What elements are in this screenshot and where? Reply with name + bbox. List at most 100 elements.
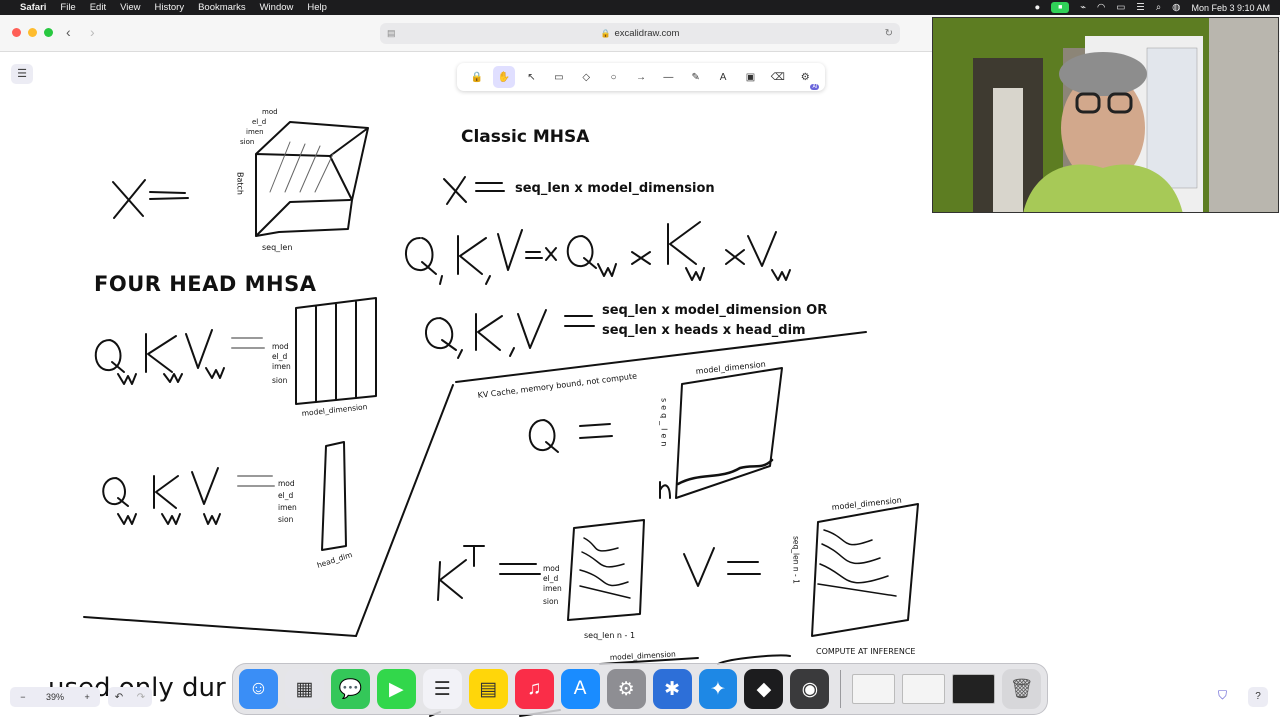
bluetooth-icon[interactable]: ⌁ (1080, 2, 1086, 13)
qkv-shape-line-1: seq_len x model_dimension OR (602, 303, 828, 318)
hand-icon[interactable]: ✋ (493, 66, 516, 88)
zoom-out-button[interactable]: − (20, 692, 25, 702)
image-icon[interactable]: ▣ (739, 66, 761, 88)
model-dim-stack-2-a: mod (278, 479, 295, 488)
back-button[interactable]: ‹ (66, 24, 71, 40)
dock-safari-icon[interactable]: ✦ (698, 669, 738, 709)
model-dim-stack-2-d: sion (278, 515, 294, 524)
menu-edit[interactable]: Edit (90, 2, 106, 13)
seq-len-vertical-label: seq_len (660, 398, 669, 449)
control-center-icon[interactable]: ☰ (1136, 2, 1145, 13)
cube-seq-len-label: seq_len (262, 243, 292, 252)
diamond-icon[interactable]: ◇ (575, 66, 597, 88)
lock-icon[interactable]: 🔒 (466, 66, 488, 88)
dock-minimized-window-1[interactable] (852, 674, 896, 704)
ellipse-icon[interactable]: ○ (603, 66, 625, 88)
pencil-icon[interactable]: ✎ (685, 66, 707, 88)
classic-mhsa-title: Classic MHSA (461, 127, 590, 147)
menu-history[interactable]: History (155, 2, 185, 13)
close-window-button[interactable] (12, 28, 21, 37)
model-dim-stack-1-a: mod (272, 342, 289, 351)
dock-trash-icon[interactable]: 🗑 (1002, 669, 1042, 709)
zoom-level[interactable]: 39% (46, 692, 64, 702)
seq-len-n1-label-k: seq_len n - 1 (584, 631, 635, 640)
dock-quicktime-icon[interactable]: ◉ (790, 669, 830, 709)
webcam-video-frame (933, 18, 1278, 212)
zoom-in-button[interactable]: + (84, 692, 89, 702)
record-icon[interactable]: ● (1035, 2, 1041, 13)
text-icon[interactable]: A (712, 66, 734, 88)
dock-vs-code-icon[interactable]: ✱ (652, 669, 692, 709)
dock-reminders-icon[interactable]: ☰ (422, 669, 462, 709)
model-dim-stack-1-c: imen (272, 362, 291, 371)
dock: ☺ ▦ 💬 ▶ ☰ ▤ ♫ A ⚙ ✱ ✦ ◆ ◉ 🗑 (232, 663, 1048, 715)
undo-redo-controls: ↶ ↷ (108, 687, 152, 707)
ai-badge: AI (810, 84, 820, 90)
cube-top-label-2: el_d (252, 118, 266, 126)
undo-button[interactable]: ↶ (115, 692, 123, 703)
four-head-mhsa-title: FOUR HEAD MHSA (94, 272, 317, 296)
minimize-window-button[interactable] (28, 28, 37, 37)
rectangle-icon[interactable]: ▭ (548, 66, 570, 88)
main-menu-button[interactable]: ☰ (11, 64, 33, 84)
model-dim-stack-1-b: el_d (272, 352, 287, 361)
webcam-overlay (932, 17, 1279, 213)
menubar-clock[interactable]: Mon Feb 3 9:10 AM (1191, 3, 1270, 13)
menu-window[interactable]: Window (260, 2, 294, 13)
siri-icon[interactable]: ◍ (1172, 2, 1180, 13)
dock-app-store-icon[interactable]: A (560, 669, 600, 709)
reader-icon[interactable]: ▤ (387, 28, 396, 39)
selection-icon[interactable]: ↖ (520, 66, 542, 88)
address-bar[interactable]: ▤ 🔒 excalidraw.com ↻ (380, 23, 900, 44)
model-dim-stack-3-c: imen (543, 584, 562, 593)
wifi-icon[interactable]: ◠ (1097, 2, 1105, 13)
menu-bookmarks[interactable]: Bookmarks (198, 2, 246, 13)
model-dim-stack-1-d: sion (272, 376, 288, 385)
dock-cube-app-icon[interactable]: ◆ (744, 669, 784, 709)
dock-minimized-window-3[interactable] (952, 674, 996, 704)
dock-minimized-window-2[interactable] (902, 674, 946, 704)
reload-icon[interactable]: ↻ (885, 28, 893, 39)
eraser-icon[interactable]: ⌫ (767, 66, 789, 88)
model-dim-stack-2-b: el_d (278, 491, 293, 500)
dock-notes-icon[interactable]: ▤ (468, 669, 508, 709)
zoom-window-button[interactable] (44, 28, 53, 37)
dock-finder-icon[interactable]: ☺ (239, 669, 278, 709)
dock-system-settings-icon[interactable]: ⚙ (606, 669, 646, 709)
camera-indicator-icon[interactable]: ■ (1051, 2, 1070, 13)
forward-button[interactable]: › (90, 24, 95, 40)
arrow-icon[interactable]: → (630, 66, 652, 88)
cube-top-label-4: sion (240, 138, 254, 146)
model-dim-stack-2-c: imen (278, 503, 297, 512)
menu-view[interactable]: View (120, 2, 140, 13)
battery-icon[interactable]: ▭ (1116, 2, 1125, 13)
search-icon[interactable]: ⌕ (1156, 2, 1161, 13)
lock-icon: 🔒 (600, 29, 611, 38)
model-dim-stack-3-d: sion (543, 597, 559, 606)
help-button[interactable]: ? (1248, 687, 1268, 707)
dock-messages-icon[interactable]: 💬 (330, 669, 370, 709)
dock-launchpad-icon[interactable]: ▦ (284, 669, 324, 709)
head-dim-label: head_dim (316, 550, 354, 570)
window-controls (12, 28, 53, 37)
model-dim-stack-3-a: mod (543, 564, 560, 573)
zoom-controls: − 39% + (10, 687, 100, 707)
menu-app-safari[interactable]: Safari (20, 2, 46, 13)
cube-drawing (255, 121, 369, 237)
dock-separator (840, 670, 842, 708)
status-icons: ● ■ ⌁ ◠ ▭ ☰ ⌕ ◍ Mon Feb 3 9:10 AM (1035, 0, 1270, 15)
tool-bar: 🔒 ✋ ↖ ▭ ◇ ○ → — ✎ A ▣ ⌫ ⚙ AI (457, 63, 825, 91)
model-dimension-label-2: model_dimension (695, 360, 766, 376)
classic-x-shape: seq_len x model_dimension (515, 181, 715, 196)
model-dimension-label-1: model_dimension (301, 402, 368, 418)
line-icon[interactable]: — (657, 66, 679, 88)
dock-facetime-icon[interactable]: ▶ (376, 669, 416, 709)
menu-file[interactable]: File (60, 2, 75, 13)
dock-music-icon[interactable]: ♫ (514, 669, 554, 709)
ai-tools-icon[interactable]: ⚙ AI (794, 66, 820, 90)
shield-icon[interactable]: ⛉ (1218, 688, 1227, 703)
menu-help[interactable]: Help (307, 2, 327, 13)
compute-note: COMPUTE AT INFERENCE (816, 647, 915, 656)
model-dim-stack-3-b: el_d (543, 574, 558, 583)
redo-button[interactable]: ↷ (137, 692, 145, 703)
